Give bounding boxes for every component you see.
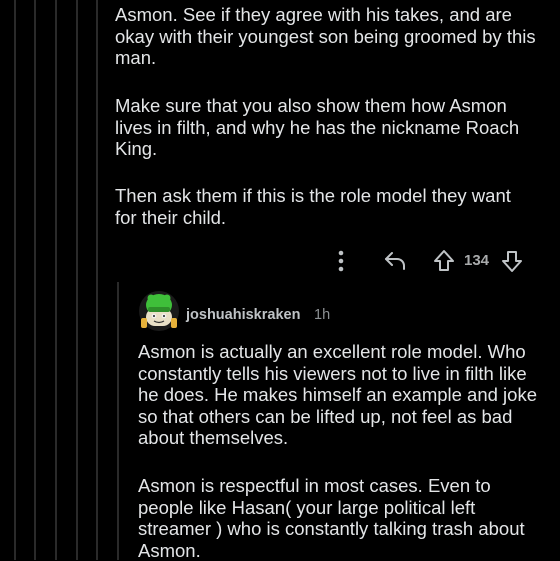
reply-button[interactable]	[380, 248, 410, 274]
timestamp: 1h	[314, 307, 331, 323]
thread-line-1[interactable]	[14, 0, 16, 560]
comment-actions: 134	[320, 246, 550, 276]
upvote-button[interactable]	[430, 248, 458, 274]
parent-comment-paragraph: Then ask them if this is the role model …	[115, 185, 511, 228]
thread-line-5[interactable]	[96, 0, 98, 560]
parent-comment-paragraph: Make sure that you also show them how As…	[115, 95, 520, 159]
more-vertical-icon	[338, 250, 344, 272]
thread-line-3[interactable]	[55, 0, 57, 560]
vote-count: 134	[464, 252, 490, 269]
reply-comment-paragraph: Asmon is actually an excellent role mode…	[138, 341, 537, 448]
downvote-button[interactable]	[498, 248, 526, 274]
upvote-arrow-icon	[434, 250, 454, 271]
username[interactable]: joshuahiskraken	[186, 307, 300, 323]
thread-line-4[interactable]	[76, 0, 78, 560]
snoo-avatar-icon	[139, 291, 179, 331]
downvote-arrow-icon	[502, 251, 522, 272]
reply-comment-paragraph: Asmon is respectful in most cases. Even …	[138, 475, 525, 561]
thread-line-2[interactable]	[34, 0, 36, 560]
avatar[interactable]	[138, 290, 180, 332]
thread-line-6[interactable]	[117, 282, 119, 560]
parent-comment-paragraph: Asmon. See if they agree with his takes,…	[115, 4, 536, 68]
reply-icon	[385, 252, 405, 270]
more-options-button[interactable]	[330, 248, 352, 274]
